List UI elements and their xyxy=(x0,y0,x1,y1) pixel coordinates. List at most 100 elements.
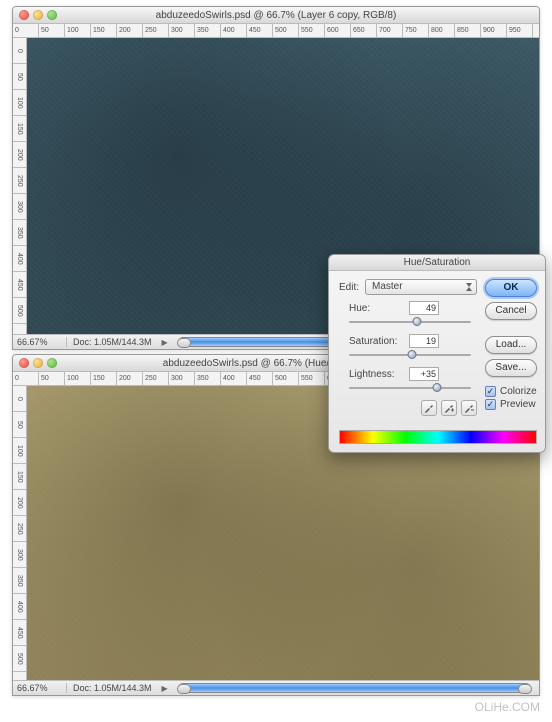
ruler-tick: 300 xyxy=(13,542,26,568)
ruler-horizontal: 0501001502002503003504004505005506006507… xyxy=(13,24,539,38)
ruler-tick: 0 xyxy=(13,372,39,385)
ruler-tick: 300 xyxy=(169,372,195,385)
ruler-tick: 850 xyxy=(455,24,481,37)
load-button[interactable]: Load... xyxy=(485,336,537,354)
ruler-tick: 150 xyxy=(91,372,117,385)
document-info: Doc: 1.05M/144.3M xyxy=(73,683,156,693)
ruler-tick: 200 xyxy=(117,24,143,37)
titlebar[interactable]: abduzeedoSwirls.psd @ 66.7% (Layer 6 cop… xyxy=(13,7,539,24)
ruler-tick: 50 xyxy=(39,372,65,385)
saturation-label: Saturation: xyxy=(349,336,405,347)
minimize-icon[interactable] xyxy=(33,10,43,20)
zoom-icon[interactable] xyxy=(47,10,57,20)
ruler-tick: 100 xyxy=(13,90,26,116)
ruler-tick: 450 xyxy=(247,372,273,385)
close-icon[interactable] xyxy=(19,10,29,20)
ruler-tick: 300 xyxy=(13,194,26,220)
ruler-tick: 650 xyxy=(351,24,377,37)
ruler-tick: 300 xyxy=(169,24,195,37)
window-title: abduzeedoSwirls.psd @ 66.7% (Layer 6 cop… xyxy=(156,10,397,21)
ruler-tick: 500 xyxy=(13,646,26,672)
ruler-vertical: 050100150200250300350400450500 xyxy=(13,386,27,680)
ruler-tick: 600 xyxy=(325,24,351,37)
ruler-tick: 200 xyxy=(13,490,26,516)
hue-field[interactable]: 49 xyxy=(409,301,439,315)
info-menu-icon[interactable]: ▶ xyxy=(162,338,168,347)
ruler-tick: 0 xyxy=(13,24,39,37)
ruler-tick: 250 xyxy=(13,516,26,542)
ruler-tick: 350 xyxy=(195,24,221,37)
zoom-icon[interactable] xyxy=(47,358,57,368)
colorize-checkbox[interactable]: ✓ Colorize xyxy=(485,386,537,397)
ruler-tick: 950 xyxy=(507,24,533,37)
ruler-tick: 0 xyxy=(13,38,26,64)
window-controls xyxy=(19,10,57,20)
zoom-level[interactable]: 66.67% xyxy=(17,337,67,347)
eyedropper-icon[interactable] xyxy=(421,400,437,416)
ruler-tick: 150 xyxy=(13,464,26,490)
hue-label: Hue: xyxy=(349,303,405,314)
ruler-tick: 250 xyxy=(143,372,169,385)
ruler-tick: 400 xyxy=(13,246,26,272)
ruler-tick: 200 xyxy=(117,372,143,385)
ruler-tick: 450 xyxy=(13,272,26,298)
document-info: Doc: 1.05M/144.3M xyxy=(73,337,156,347)
colorize-label: Colorize xyxy=(500,386,537,397)
eyedropper-add-icon[interactable] xyxy=(441,400,457,416)
ruler-tick: 550 xyxy=(299,24,325,37)
ruler-tick: 150 xyxy=(91,24,117,37)
preview-label: Preview xyxy=(500,399,536,410)
ruler-tick: 50 xyxy=(13,64,26,90)
edit-dropdown[interactable]: Master xyxy=(365,279,477,295)
watermark: OLiHe.COM xyxy=(475,700,540,714)
checkbox-checked-icon: ✓ xyxy=(485,386,496,397)
ruler-tick: 350 xyxy=(13,568,26,594)
ruler-tick: 450 xyxy=(13,620,26,646)
close-icon[interactable] xyxy=(19,358,29,368)
ruler-tick: 50 xyxy=(39,24,65,37)
edit-label: Edit: xyxy=(339,282,359,293)
ruler-tick: 450 xyxy=(247,24,273,37)
ruler-tick: 250 xyxy=(13,168,26,194)
ruler-vertical: 050100150200250300350400450500 xyxy=(13,38,27,334)
horizontal-scrollbar[interactable] xyxy=(178,683,531,693)
lightness-slider[interactable] xyxy=(349,383,471,393)
checkbox-checked-icon: ✓ xyxy=(485,399,496,410)
ruler-tick: 700 xyxy=(377,24,403,37)
ruler-tick: 500 xyxy=(273,372,299,385)
preview-checkbox[interactable]: ✓ Preview xyxy=(485,399,536,410)
eyedropper-subtract-icon[interactable] xyxy=(461,400,477,416)
ruler-tick: 500 xyxy=(273,24,299,37)
lightness-label: Lightness: xyxy=(349,369,405,380)
ok-button[interactable]: OK xyxy=(485,279,537,297)
ruler-tick: 750 xyxy=(403,24,429,37)
save-button[interactable]: Save... xyxy=(485,359,537,377)
saturation-field[interactable]: 19 xyxy=(409,334,439,348)
hue-slider[interactable] xyxy=(349,317,471,327)
ruler-tick: 400 xyxy=(13,594,26,620)
edit-dropdown-value: Master xyxy=(372,281,403,292)
lightness-field[interactable]: +35 xyxy=(409,367,439,381)
zoom-level[interactable]: 66.67% xyxy=(17,683,67,693)
ruler-tick: 50 xyxy=(13,412,26,438)
minimize-icon[interactable] xyxy=(33,358,43,368)
ruler-tick: 400 xyxy=(221,24,247,37)
status-bar: 66.67% Doc: 1.05M/144.3M ▶ xyxy=(13,680,539,695)
ruler-tick: 100 xyxy=(13,438,26,464)
cancel-button[interactable]: Cancel xyxy=(485,302,537,320)
dialog-title: Hue/Saturation xyxy=(329,255,545,271)
ruler-tick: 350 xyxy=(13,220,26,246)
hue-saturation-dialog: Hue/Saturation Edit: Master Hue: 49 Satu… xyxy=(328,254,546,453)
ruler-tick: 800 xyxy=(429,24,455,37)
info-menu-icon[interactable]: ▶ xyxy=(162,684,168,693)
ruler-tick: 150 xyxy=(13,116,26,142)
color-spectrum xyxy=(339,430,537,444)
saturation-slider[interactable] xyxy=(349,350,471,360)
ruler-tick: 100 xyxy=(65,24,91,37)
ruler-tick: 900 xyxy=(481,24,507,37)
ruler-tick: 500 xyxy=(13,298,26,324)
ruler-tick: 400 xyxy=(221,372,247,385)
ruler-tick: 100 xyxy=(65,372,91,385)
ruler-tick: 0 xyxy=(13,386,26,412)
ruler-tick: 250 xyxy=(143,24,169,37)
